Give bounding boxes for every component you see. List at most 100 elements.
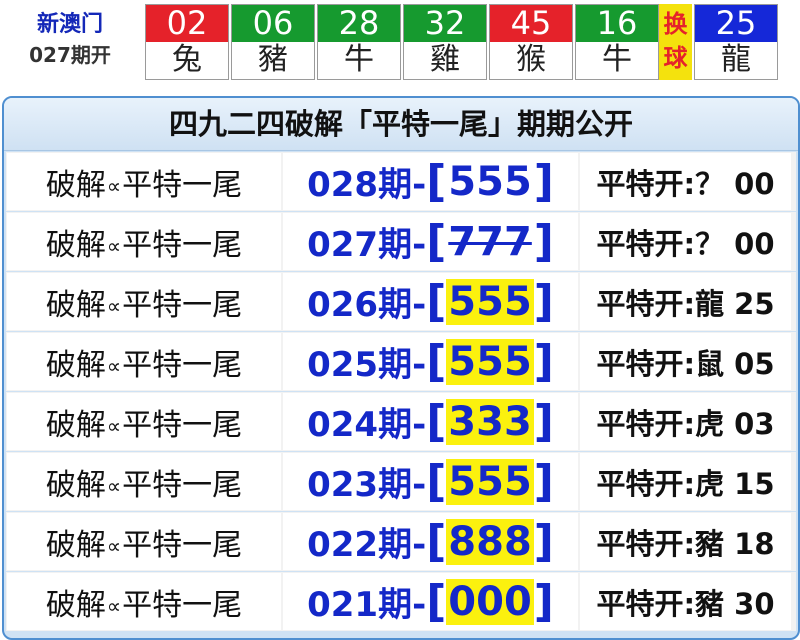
row-label: 破解 ∝ 平特一尾 xyxy=(7,513,281,570)
draw-issue: 027期开 xyxy=(29,43,111,67)
row-result: 平特开:豬 18 xyxy=(580,513,791,570)
ball-zodiac: 雞 xyxy=(430,42,460,77)
row-label-prefix: 破解 xyxy=(45,167,106,203)
row-label-prefix: 破解 xyxy=(45,347,106,383)
ball-number: 25 xyxy=(695,5,777,42)
row-issue: 026期- xyxy=(307,285,427,325)
ball-number: 32 xyxy=(404,5,486,42)
ball-5: 45 猴 xyxy=(489,4,573,80)
table-row: 破解 ∝ 平特一尾 022期-[888] 平特开:豬 18 xyxy=(6,512,796,571)
row-pick: 000 xyxy=(446,578,534,625)
row-result: 平特开:虎 15 xyxy=(580,453,791,510)
row-pick: 555 xyxy=(448,158,532,205)
row-label-suffix: 平特一尾 xyxy=(122,407,243,443)
row-prediction: 028期-[555] xyxy=(283,153,578,210)
row-label: 破解 ∝ 平特一尾 xyxy=(7,333,281,390)
row-label-prefix: 破解 xyxy=(45,467,106,503)
ball-zodiac: 牛 xyxy=(602,42,632,77)
ball-zodiac: 牛 xyxy=(344,42,374,77)
row-result: 平特开:鼠 05 xyxy=(580,333,791,390)
table-row: 破解 ∝ 平特一尾 021期-[000] 平特开:豬 30 xyxy=(6,572,796,631)
bracket-open: [ xyxy=(426,575,447,627)
row-result: 平特开:？ 00 xyxy=(580,153,791,210)
bracket-close: ] xyxy=(533,275,554,327)
ball-3: 28 牛 xyxy=(317,4,401,80)
row-issue: 027期- xyxy=(307,225,427,265)
ball-zodiac: 龍 xyxy=(721,42,751,77)
bracket-close: ] xyxy=(533,215,554,267)
ball-number: 06 xyxy=(232,5,314,42)
draw-header: 新澳门 027期开 02 兔 06 豬 28 牛 32 雞 45 猴 16 牛 … xyxy=(0,0,800,88)
row-label: 破解 ∝ 平特一尾 xyxy=(7,153,281,210)
row-issue: 022期- xyxy=(307,525,427,565)
row-label: 破解 ∝ 平特一尾 xyxy=(7,273,281,330)
ball-1: 02 兔 xyxy=(145,4,229,80)
ball-zodiac: 猴 xyxy=(516,42,546,77)
row-result: 平特开:龍 25 xyxy=(580,273,791,330)
bracket-open: [ xyxy=(426,395,447,447)
row-issue: 025期- xyxy=(307,345,427,385)
row-label-suffix: 平特一尾 xyxy=(122,587,243,623)
row-issue: 021期- xyxy=(307,585,427,625)
row-label-suffix: 平特一尾 xyxy=(122,227,243,263)
row-prediction: 025期-[555] xyxy=(283,333,578,390)
ball-4: 32 雞 xyxy=(403,4,487,80)
swap-ball-label: 换 球 xyxy=(659,4,692,80)
ball-number: 02 xyxy=(146,5,228,42)
row-label-suffix: 平特一尾 xyxy=(122,467,243,503)
row-prediction: 021期-[000] xyxy=(283,573,578,630)
row-issue: 024期- xyxy=(307,405,427,445)
row-pick: 555 xyxy=(446,338,534,385)
row-label-prefix: 破解 xyxy=(45,587,106,623)
bracket-open: [ xyxy=(426,335,447,387)
row-label-separator: ∝ xyxy=(106,533,122,558)
row-label-separator: ∝ xyxy=(106,353,122,378)
bracket-close: ] xyxy=(533,395,554,447)
bracket-open: [ xyxy=(426,515,447,567)
ball-number: 45 xyxy=(490,5,572,42)
ball-6: 16 牛 xyxy=(575,4,659,80)
table-row: 破解 ∝ 平特一尾 025期-[555] 平特开:鼠 05 xyxy=(6,332,796,391)
row-label: 破解 ∝ 平特一尾 xyxy=(7,573,281,630)
ball-zodiac: 兔 xyxy=(172,42,202,77)
bracket-open: [ xyxy=(426,215,447,267)
row-label-suffix: 平特一尾 xyxy=(122,347,243,383)
row-issue: 023期- xyxy=(307,465,427,505)
bracket-open: [ xyxy=(426,455,447,507)
row-pick: 777 xyxy=(448,218,532,265)
row-result: 平特开:豬 30 xyxy=(580,573,791,630)
bracket-open: [ xyxy=(426,275,447,327)
row-prediction: 022期-[888] xyxy=(283,513,578,570)
swap-label-char: 换 xyxy=(663,10,688,38)
row-pick: 555 xyxy=(446,278,534,325)
table-row: 破解 ∝ 平特一尾 023期-[555] 平特开:虎 15 xyxy=(6,452,796,511)
ball-number: 16 xyxy=(576,5,658,42)
special-ball: 25 龍 xyxy=(694,4,778,80)
row-label-suffix: 平特一尾 xyxy=(122,287,243,323)
prediction-panel: 四九二四破解「平特一尾」期期公开 破解 ∝ 平特一尾 028期-[555] 平特开:？ … xyxy=(2,96,800,640)
row-label-prefix: 破解 xyxy=(45,227,106,263)
ball-2: 06 豬 xyxy=(231,4,315,80)
row-label-suffix: 平特一尾 xyxy=(122,527,243,563)
row-pick: 333 xyxy=(446,398,534,445)
table-row: 破解 ∝ 平特一尾 027期-[777] 平特开:？ 00 xyxy=(6,212,796,271)
brand-block: 新澳门 027期开 xyxy=(0,4,140,84)
row-label-prefix: 破解 xyxy=(45,527,106,563)
row-pick: 888 xyxy=(446,518,534,565)
prediction-list: 破解 ∝ 平特一尾 028期-[555] 平特开:？ 00 破解 ∝ 平特一尾 027期-[77… xyxy=(4,152,798,631)
bracket-close: ] xyxy=(533,575,554,627)
row-label-separator: ∝ xyxy=(106,593,122,618)
swap-label-char: 球 xyxy=(663,44,688,72)
row-label-prefix: 破解 xyxy=(45,287,106,323)
table-row: 破解 ∝ 平特一尾 028期-[555] 平特开:？ 00 xyxy=(6,152,796,211)
row-label-separator: ∝ xyxy=(106,233,122,258)
row-label-prefix: 破解 xyxy=(45,407,106,443)
row-label-separator: ∝ xyxy=(106,413,122,438)
bracket-open: [ xyxy=(426,155,447,207)
row-label-separator: ∝ xyxy=(106,293,122,318)
bracket-close: ] xyxy=(533,155,554,207)
row-label-separator: ∝ xyxy=(106,473,122,498)
row-label-separator: ∝ xyxy=(106,173,122,198)
row-pick: 555 xyxy=(446,458,534,505)
row-label: 破解 ∝ 平特一尾 xyxy=(7,213,281,270)
